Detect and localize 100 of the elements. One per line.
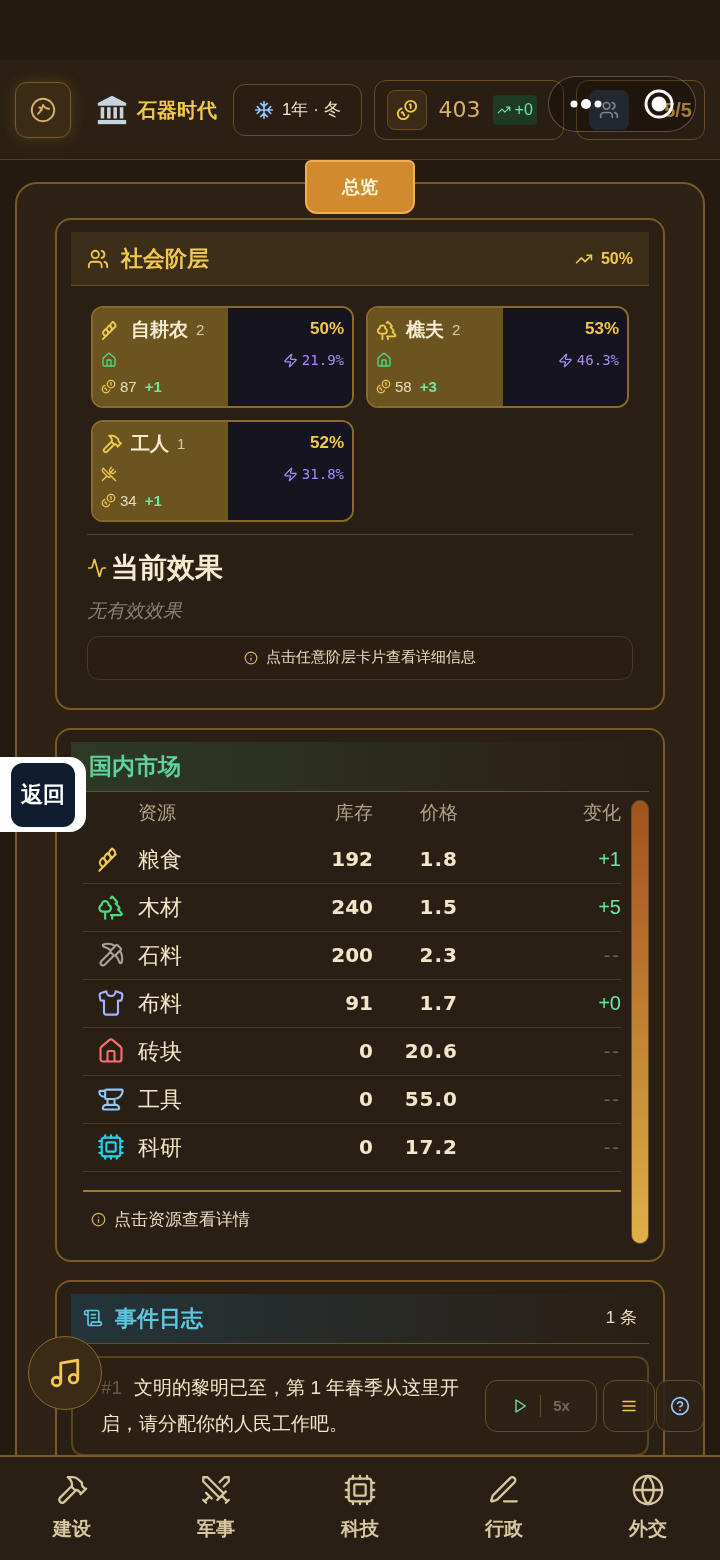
- back-button[interactable]: 返回: [0, 757, 86, 832]
- column-header: 变化: [582, 801, 621, 826]
- globe-icon: [631, 1473, 665, 1508]
- coin-amount: 403: [438, 96, 481, 124]
- stock-cell-text: 240: [330, 894, 373, 921]
- resource-row[interactable]: 科研 0 17.2 --: [83, 1123, 621, 1172]
- resource-row[interactable]: 石料 200 2.3 --: [83, 931, 621, 980]
- era-title: 石器时代: [137, 97, 217, 123]
- change-cell-text: --: [602, 943, 621, 968]
- resource-row[interactable]: 布料 91 1.7 +0: [83, 979, 621, 1028]
- price-cell-text: 55.0: [403, 1086, 458, 1113]
- column-header: 价格: [419, 801, 458, 826]
- class-card[interactable]: 自耕农 2 87 +1 50% 21.9%: [91, 306, 354, 408]
- nav-tab[interactable]: 外交: [576, 1457, 720, 1560]
- coins-icon: [101, 379, 116, 395]
- play-icon: [512, 1398, 529, 1414]
- section-title: 国内市场: [89, 751, 181, 781]
- approval-percent: 53%: [584, 318, 619, 340]
- scroll-icon: [83, 1308, 103, 1328]
- hint-text: 点击资源查看详情: [114, 1208, 250, 1231]
- class-name: 樵夫: [406, 318, 444, 342]
- change-cell-text: --: [602, 1039, 621, 1064]
- music-note-icon: [48, 1356, 82, 1390]
- class-card[interactable]: 工人 1 34 +1 52% 31.8%: [91, 420, 354, 522]
- class-count: 2: [452, 320, 461, 340]
- resource-name: 布料: [138, 989, 183, 1018]
- stock-cell-text: 0: [358, 1134, 373, 1161]
- change-cell-text: --: [602, 1135, 621, 1160]
- nav-tab[interactable]: 建设: [0, 1457, 144, 1560]
- resource-name: 粮食: [138, 845, 183, 874]
- price-cell-text: 1.8: [418, 846, 458, 873]
- people-icon: [87, 247, 109, 270]
- trees-icon: [376, 319, 398, 342]
- emblem-button[interactable]: [15, 81, 71, 138]
- entry-text: #1 文明的黎明已至，第 1 年春季从这里开启，请分配你的人民工作吧。: [101, 1375, 461, 1436]
- resource-name: 砖块: [138, 1037, 183, 1066]
- change-cell-text: +0: [597, 991, 621, 1016]
- resource-row[interactable]: 粮食 192 1.8 +1: [83, 835, 621, 884]
- influence-percent: 46.3%: [576, 350, 619, 370]
- section-title: 社会阶层: [121, 245, 209, 273]
- resource-row[interactable]: 木材 240 1.5 +5: [83, 883, 621, 932]
- change-cell-text: +5: [597, 895, 621, 920]
- snowflake-icon: [254, 99, 274, 120]
- hint-box: 点击任意阶层卡片查看详细信息: [87, 635, 633, 680]
- more-icon[interactable]: [569, 99, 603, 109]
- mini-program-capsule[interactable]: [548, 76, 696, 132]
- stock-cell-text: 200: [330, 942, 373, 969]
- wealth-change: +1: [144, 490, 162, 511]
- change-cell-text: +1: [597, 847, 621, 872]
- crossed-utensils-icon: [101, 466, 117, 482]
- influence-percent: 31.8%: [301, 464, 344, 484]
- resource-name: 科研: [138, 1133, 183, 1162]
- help-button[interactable]: [656, 1380, 704, 1432]
- coin-change-badge: +0: [492, 94, 537, 125]
- stock-cell-text: 91: [344, 990, 373, 1017]
- approval-percent: 50%: [600, 248, 633, 269]
- nav-tab[interactable]: 行政: [432, 1457, 576, 1560]
- pulse-icon: [87, 558, 107, 578]
- people-icon: [598, 99, 619, 120]
- stock-cell-text: 0: [358, 1038, 373, 1065]
- house-icon: [376, 352, 392, 368]
- trees-icon: [96, 893, 125, 921]
- shirt-icon: [96, 989, 125, 1017]
- lightning-icon: [557, 352, 573, 368]
- price-cell-text: 17.2: [403, 1134, 458, 1161]
- resource-name: 石料: [138, 941, 183, 970]
- chip-icon: [343, 1473, 377, 1508]
- wealth-change: +1: [144, 376, 162, 397]
- price-cell-text: 1.5: [418, 894, 458, 921]
- coins-icon: [376, 379, 391, 395]
- coins-icon: [395, 98, 418, 121]
- stock-cell-text: 0: [358, 1086, 373, 1113]
- wealth-amount: 87: [120, 376, 137, 397]
- scrollbar-thumb[interactable]: [631, 799, 649, 1244]
- class-name: 自耕农: [131, 318, 188, 342]
- resource-row[interactable]: 砖块 0 20.6 --: [83, 1027, 621, 1076]
- house-icon: [101, 352, 117, 368]
- season-badge: 1年 · 冬: [233, 83, 362, 136]
- resource-row[interactable]: 工具 0 55.0 --: [83, 1075, 621, 1124]
- section-title: 事件日志: [115, 1304, 203, 1333]
- house-icon: [96, 1037, 125, 1065]
- nav-tab[interactable]: 科技: [288, 1457, 432, 1560]
- resource-name: 木材: [138, 893, 183, 922]
- column-header: 资源: [138, 801, 177, 826]
- wealth-change: +3: [419, 376, 437, 397]
- entry-count: 1 条: [605, 1307, 637, 1330]
- lightning-icon: [282, 466, 298, 482]
- wealth-amount: 58: [395, 376, 412, 397]
- column-header: 库存: [334, 801, 373, 826]
- approval-percent: 50%: [309, 318, 344, 340]
- coins-icon: [101, 493, 116, 509]
- nav-tab[interactable]: 军事: [144, 1457, 288, 1560]
- approval-percent: 52%: [309, 432, 344, 454]
- info-icon: [244, 650, 258, 665]
- class-card[interactable]: 樵夫 2 58 +3 53% 46.3%: [366, 306, 629, 408]
- price-cell-text: 1.7: [418, 990, 458, 1017]
- help-icon: [670, 1396, 690, 1416]
- class-name: 工人: [131, 432, 169, 456]
- effects-title: 当前效果: [111, 551, 223, 585]
- hammer-icon: [101, 433, 123, 456]
